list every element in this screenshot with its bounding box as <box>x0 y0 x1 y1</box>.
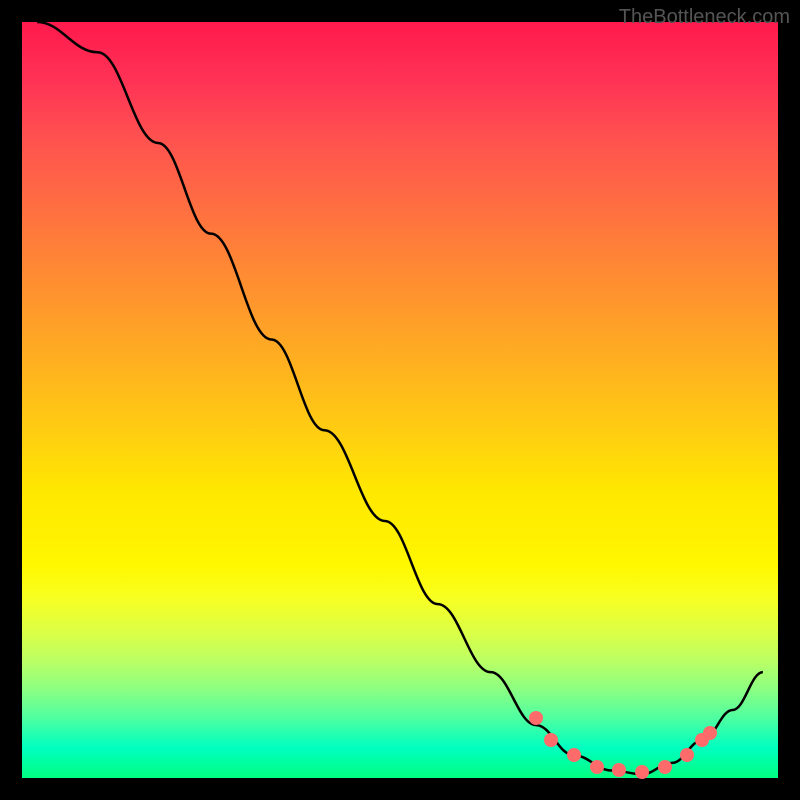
watermark-text: TheBottleneck.com <box>619 6 790 29</box>
chart-gradient-background <box>22 22 778 778</box>
